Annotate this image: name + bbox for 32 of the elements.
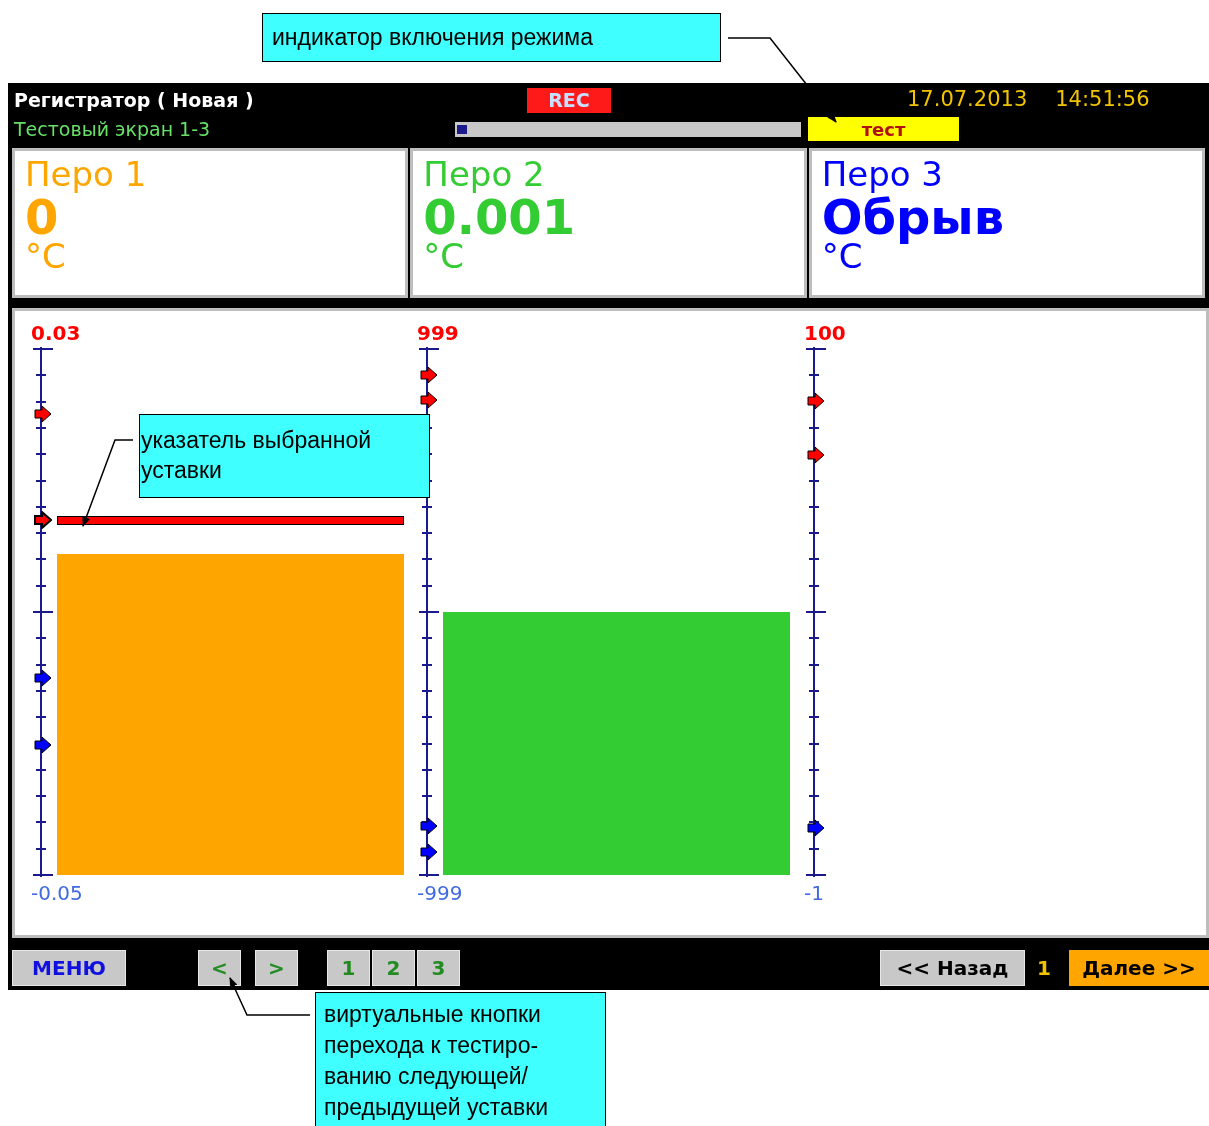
mode-badge: тест [808, 117, 959, 141]
page-number: 1 [1037, 954, 1051, 982]
forward-button[interactable]: Далее >> [1068, 949, 1209, 986]
callout-tooltip: указатель выбранной уставки [139, 414, 430, 498]
menu-button[interactable]: МЕНЮ [12, 949, 126, 986]
pen-value: 0 [25, 193, 59, 241]
screen-subtitle: Тестовый экран 1-3 [14, 116, 212, 142]
pen-name: Перо 2 [423, 157, 545, 191]
back-button[interactable]: << Назад [880, 949, 1025, 986]
date-text: 17.07.2013 [907, 86, 1028, 114]
pen-unit: °C [821, 239, 863, 273]
time-text: 14:51:56 [1055, 86, 1150, 114]
pen-unit: °C [423, 239, 465, 273]
pen-value: 0.001 [423, 193, 576, 241]
previous-button[interactable]: < [198, 949, 241, 986]
page-button[interactable]: 1 [327, 949, 370, 986]
recorder-title: Регистратор ( Новая ) [14, 87, 255, 113]
scale-min-label: -0.05 [31, 881, 83, 905]
scale-max-label: 999 [417, 321, 459, 345]
callout-box: виртуальные кнопки перехода к тестиро-ванию следующей/ предыдущей уставки [315, 992, 606, 1126]
page-button[interactable]: 2 [372, 949, 415, 986]
next-button[interactable]: > [255, 949, 298, 986]
pen-unit: °C [25, 239, 66, 273]
scale-min-label: -1 [804, 881, 824, 905]
scale-max-label: 100 [804, 321, 846, 345]
pen-name: Перо 1 [25, 157, 147, 191]
page-button[interactable]: 3 [417, 949, 460, 986]
scale-max-label: 0.03 [31, 321, 81, 345]
rec-indicator: REC [527, 87, 611, 113]
pen-name: Перо 3 [821, 157, 943, 191]
scale-min-label: -999 [417, 881, 463, 905]
callout-box: индикатор включения режима [262, 13, 721, 62]
